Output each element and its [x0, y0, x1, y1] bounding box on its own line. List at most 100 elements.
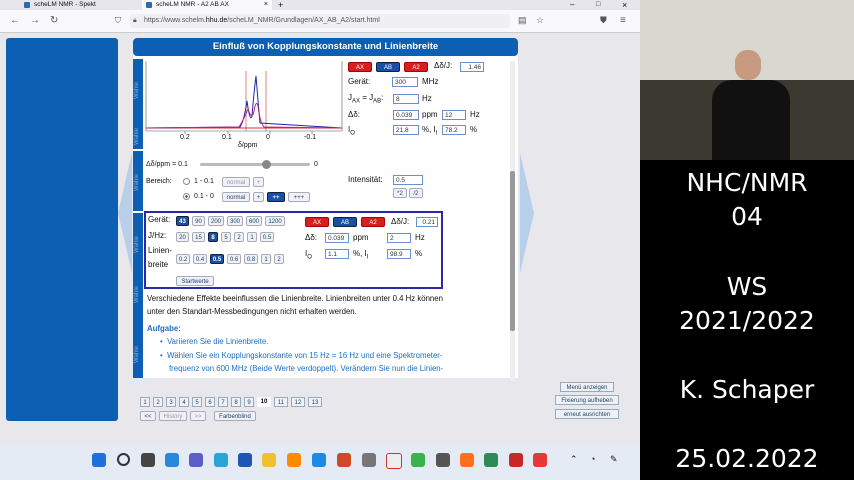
j-option-button[interactable]: 1 — [247, 232, 257, 242]
app-icon[interactable] — [287, 453, 301, 467]
page-button[interactable]: 13 — [308, 397, 322, 407]
shield-icon[interactable]: ⛉ — [115, 16, 121, 26]
app-green-icon[interactable] — [411, 453, 425, 467]
ppm-slider[interactable] — [200, 160, 310, 169]
startwerte-button[interactable]: Startwerte — [176, 276, 214, 286]
ax-button[interactable]: AX — [348, 62, 372, 72]
app-dark-icon[interactable] — [436, 453, 450, 467]
geraet-option-button[interactable]: 1200 — [265, 216, 285, 226]
prev-arrow-icon[interactable] — [118, 153, 132, 273]
linewidth-option-button[interactable]: 2 — [274, 254, 284, 264]
plus-plus-button[interactable]: ++ — [267, 192, 285, 202]
linewidth-option-button[interactable]: 0.5 — [210, 254, 224, 264]
new-tab-button[interactable]: + — [278, 0, 283, 10]
plus-button[interactable]: + — [253, 192, 264, 202]
ax-button[interactable]: AX — [305, 217, 329, 227]
wifi-icon[interactable]: ◔ — [590, 454, 595, 464]
page-button[interactable]: 11 — [274, 397, 288, 407]
file-explorer-icon[interactable] — [262, 453, 276, 467]
radio-range-1[interactable] — [183, 178, 190, 185]
delta-hz-field[interactable]: 12 — [442, 110, 466, 120]
geraet-option-button[interactable]: 200 — [208, 216, 224, 226]
search-icon[interactable] — [117, 453, 130, 466]
divide-two-button[interactable]: /2 — [409, 188, 423, 198]
tab-spekt[interactable]: scheLM NMR - Spekt — [20, 0, 140, 10]
geraet-option-button[interactable]: 600 — [246, 216, 262, 226]
edge-icon[interactable] — [214, 453, 228, 467]
pen-icon[interactable]: ✎ — [610, 454, 618, 465]
firefox-icon[interactable] — [460, 453, 474, 467]
page-button[interactable]: 6 — [205, 397, 215, 407]
ratio-field[interactable]: 1.46 — [460, 62, 484, 72]
powerpoint-icon[interactable] — [337, 453, 351, 467]
geraet-option-button[interactable]: 43 — [176, 216, 189, 226]
page-button[interactable]: 2 — [153, 397, 163, 407]
menu-show-button[interactable]: Menü anzeigen — [560, 382, 614, 392]
linewidth-option-button[interactable]: 1 — [261, 254, 271, 264]
intensity-outer-field[interactable]: 21.8 — [393, 125, 419, 135]
reload-icon[interactable]: ↻ — [50, 15, 58, 26]
maximize-icon[interactable]: □ — [596, 0, 600, 10]
back-arrow-icon[interactable]: ← — [10, 15, 20, 26]
page-button[interactable]: 5 — [192, 397, 202, 407]
app-red2-icon[interactable] — [533, 453, 547, 467]
history-button[interactable]: History — [159, 411, 187, 421]
j-option-button[interactable]: 20 — [176, 232, 189, 242]
fixierung-button[interactable]: Fixierung aufheben — [555, 395, 619, 405]
j-option-button[interactable]: 15 — [192, 232, 205, 242]
geraet-option-button[interactable]: 90 — [192, 216, 205, 226]
realign-button[interactable]: erneut ausrichten — [555, 409, 619, 419]
radio-range-2[interactable] — [183, 193, 190, 200]
minimize-icon[interactable]: – — [570, 0, 574, 10]
delta-delta-field[interactable]: 0.039 — [393, 110, 419, 120]
normal-button-disabled[interactable]: normal — [222, 177, 250, 187]
geraet-field[interactable]: 300 — [392, 77, 418, 87]
j-option-button[interactable]: 8 — [208, 232, 218, 242]
a2-button[interactable]: A2 — [361, 217, 385, 227]
delta-hz-field[interactable]: 2 — [387, 233, 411, 243]
page-button[interactable]: 1 — [140, 397, 150, 407]
forward-arrow-icon[interactable]: → — [30, 15, 40, 26]
page-button[interactable]: 4 — [179, 397, 189, 407]
slider-thumb[interactable] — [262, 160, 271, 169]
app-red-icon[interactable] — [509, 453, 523, 467]
teams-icon[interactable] — [189, 453, 203, 467]
delta-delta-field[interactable]: 0.039 — [325, 233, 349, 243]
task-view-icon[interactable] — [141, 453, 155, 467]
intensity-inner-field[interactable]: 98.9 — [387, 249, 411, 259]
j-option-button[interactable]: 5 — [221, 232, 231, 242]
prev-page-button[interactable]: << — [140, 411, 156, 421]
a2-button[interactable]: A2 — [404, 62, 428, 72]
page-button[interactable]: 8 — [231, 397, 241, 407]
linewidth-option-button[interactable]: 0.8 — [244, 254, 258, 264]
close-window-icon[interactable]: × — [622, 0, 627, 10]
ratio-field[interactable]: 0.21 — [416, 217, 438, 227]
plus-button-disabled[interactable]: + — [253, 177, 264, 187]
ab-button[interactable]: AB — [333, 217, 357, 227]
tool-icon[interactable] — [362, 453, 376, 467]
intensitaet-field[interactable]: 0.5 — [393, 175, 423, 185]
intensity-outer-field[interactable]: 1.1 — [325, 249, 349, 259]
app-teal-icon[interactable] — [484, 453, 498, 467]
linewidth-option-button[interactable]: 0.4 — [193, 254, 207, 264]
j-field[interactable]: 8 — [393, 94, 419, 104]
menu-icon[interactable]: ≡ — [620, 15, 626, 26]
page-button[interactable]: 3 — [166, 397, 176, 407]
tray-chevron-icon[interactable]: ⌃ — [570, 454, 578, 465]
reader-view-icon[interactable]: ▤ — [518, 15, 527, 26]
chrome-icon[interactable] — [386, 453, 402, 469]
scrollbar-thumb[interactable] — [510, 171, 515, 331]
next-arrow-icon[interactable] — [520, 153, 534, 273]
page-button[interactable]: 9 — [244, 397, 254, 407]
url-bar[interactable]: 🔒︎ https://www.schelm.hhu.de/scheLM_NMR/… — [130, 14, 510, 28]
shield-extension-icon[interactable]: ⛊ — [600, 15, 607, 26]
tab-a2-ab-ax[interactable]: scheLM NMR - A2 AB AX × — [142, 0, 272, 10]
linewidth-option-button[interactable]: 0.6 — [227, 254, 241, 264]
linewidth-option-button[interactable]: 0.2 — [176, 254, 190, 264]
times-two-button[interactable]: *2 — [393, 188, 407, 198]
normal-button[interactable]: normal — [222, 192, 250, 202]
page-button[interactable]: 10 — [257, 397, 271, 407]
page-button[interactable]: 12 — [291, 397, 305, 407]
close-tab-icon[interactable]: × — [264, 0, 268, 10]
j-option-button[interactable]: 2 — [234, 232, 244, 242]
